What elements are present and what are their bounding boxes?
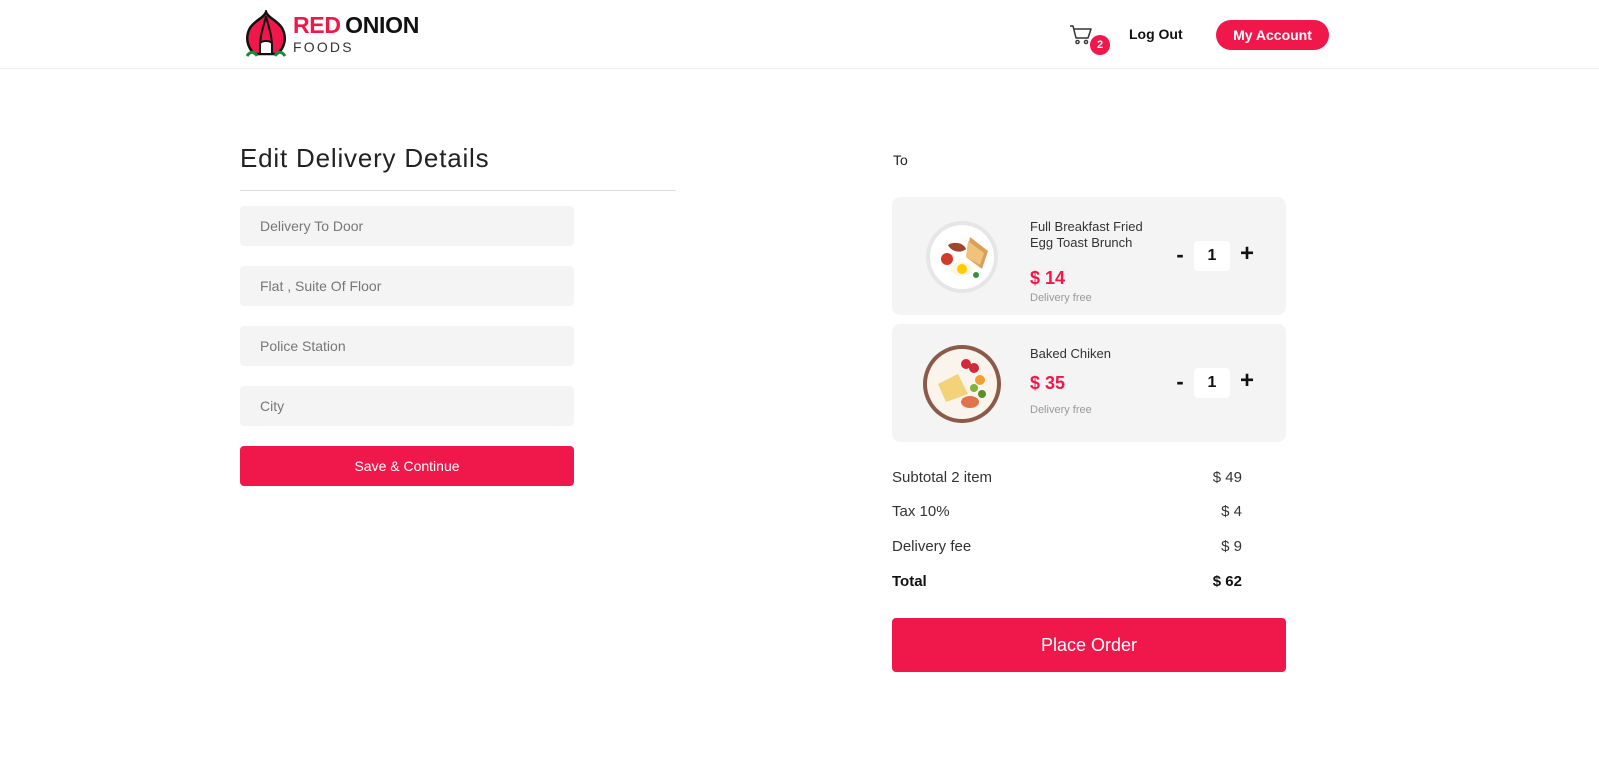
delivery-to-door-input[interactable]	[240, 206, 574, 246]
qty-increase-button[interactable]: +	[1238, 240, 1256, 268]
qty-decrease-button[interactable]: -	[1173, 242, 1187, 268]
breakfast-plate-icon	[926, 221, 998, 293]
subtotal-label: Subtotal 2 item	[892, 469, 993, 486]
onion-logo-icon	[245, 10, 287, 57]
qty-value[interactable]: 1	[1194, 241, 1230, 271]
police-station-input[interactable]	[240, 326, 574, 366]
delivery-fee-label: Delivery fee	[892, 538, 972, 555]
title-divider	[240, 190, 676, 191]
cart-item: Baked Chiken $ 35 Delivery free - 1 +	[892, 324, 1286, 442]
delivery-fee-value: $ 9	[1221, 538, 1242, 555]
total-label: Total	[892, 573, 927, 590]
total-value: $ 62	[1212, 573, 1242, 590]
brand-wordmark: RED ONION FOODS	[293, 12, 420, 55]
chicken-plate-icon	[923, 345, 1001, 423]
item-delivery-note: Delivery free	[1030, 404, 1092, 416]
logout-link[interactable]: Log Out	[1129, 26, 1183, 42]
subtotal-value: $ 49	[1212, 469, 1242, 486]
brand-name-red: RED	[293, 12, 341, 38]
cart-count-badge: 2	[1090, 35, 1110, 55]
tax-value: $ 4	[1221, 503, 1242, 520]
item-delivery-note: Delivery free	[1030, 292, 1092, 304]
save-continue-button[interactable]: Save & Continue	[240, 446, 574, 486]
qty-value[interactable]: 1	[1194, 368, 1230, 398]
city-input[interactable]	[240, 386, 574, 426]
item-name: Full Breakfast Fried Egg Toast Brunch	[1030, 219, 1143, 250]
my-account-button[interactable]: My Account	[1216, 20, 1329, 50]
tax-label: Tax 10%	[892, 503, 950, 520]
cart-item: Full Breakfast Fried Egg Toast Brunch $ …	[892, 197, 1286, 315]
to-label: To	[893, 152, 908, 168]
item-price: $ 35	[1030, 373, 1066, 393]
page-title: Edit Delivery Details	[240, 143, 490, 173]
brand-name-dark: ONION	[345, 12, 420, 38]
qty-decrease-button[interactable]: -	[1173, 369, 1187, 395]
qty-increase-button[interactable]: +	[1238, 367, 1256, 395]
cart-button[interactable]: 2	[1069, 24, 1113, 55]
item-name: Baked Chiken	[1030, 346, 1111, 361]
place-order-button[interactable]: Place Order	[892, 618, 1286, 672]
item-price: $ 14	[1030, 268, 1066, 288]
brand-sub: FOODS	[293, 39, 354, 55]
flat-suite-floor-input[interactable]	[240, 266, 574, 306]
brand-logo[interactable]: RED ONION FOODS	[241, 9, 421, 59]
top-header: RED ONION FOODS 2 Log Out My Account	[0, 0, 1599, 69]
